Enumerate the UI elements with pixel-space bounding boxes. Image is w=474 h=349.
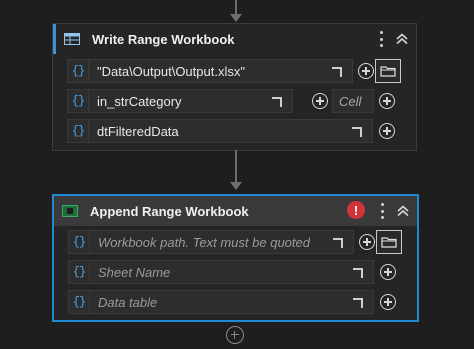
collapse-chevron-icon[interactable] <box>394 31 410 47</box>
expand-editor-icon[interactable] <box>332 67 342 77</box>
expand-editor-icon[interactable] <box>353 268 363 278</box>
expression-braces-icon[interactable]: {} <box>68 60 89 82</box>
folder-icon <box>381 237 397 248</box>
folder-icon <box>380 66 396 77</box>
add-variable-plus-icon[interactable] <box>380 264 396 280</box>
excel-range-icon <box>64 33 80 45</box>
expression-braces-icon[interactable]: {} <box>68 120 89 142</box>
add-activity-plus-icon[interactable] <box>226 326 244 344</box>
collapse-chevron-icon[interactable] <box>395 203 411 219</box>
expression-braces-icon[interactable]: {} <box>69 231 90 253</box>
add-variable-plus-icon[interactable] <box>379 93 395 109</box>
expand-editor-icon[interactable] <box>333 238 343 248</box>
connector-line-middle <box>235 150 237 182</box>
workbook-path-placeholder: Workbook path. Text must be quoted <box>98 234 310 250</box>
sheet-name-field[interactable]: {} Sheet Name <box>68 260 374 284</box>
expand-editor-icon[interactable] <box>353 298 363 308</box>
add-variable-plus-icon[interactable] <box>359 234 375 250</box>
workbook-path-field[interactable]: {} Workbook path. Text must be quoted <box>68 230 354 254</box>
add-variable-plus-icon[interactable] <box>358 63 374 79</box>
workbook-path-field[interactable]: {} "Data\Output\Output.xlsx" <box>67 59 353 83</box>
connector-arrow-middle <box>230 182 242 190</box>
activity-header[interactable]: Write Range Workbook <box>53 24 416 54</box>
excel-append-icon <box>62 205 78 217</box>
activity-title: Write Range Workbook <box>92 31 235 47</box>
workbook-path-value: "Data\Output\Output.xlsx" <box>97 63 245 79</box>
data-table-value: dtFilteredData <box>97 123 179 139</box>
browse-folder-button[interactable] <box>375 59 401 83</box>
expand-editor-icon[interactable] <box>352 127 362 137</box>
activity-append-range-workbook[interactable]: Append Range Workbook ! {} Workbook path… <box>52 194 419 322</box>
expand-editor-icon[interactable] <box>272 97 282 107</box>
activity-header[interactable]: Append Range Workbook ! <box>54 196 417 226</box>
cell-placeholder: Cell <box>339 93 362 109</box>
connector-arrow-top <box>230 14 242 22</box>
more-options-icon[interactable] <box>377 202 387 220</box>
connector-line-top <box>235 0 237 14</box>
error-icon[interactable]: ! <box>347 201 365 219</box>
add-variable-plus-icon[interactable] <box>312 93 328 109</box>
browse-folder-button[interactable] <box>376 230 402 254</box>
expression-braces-icon[interactable]: {} <box>69 261 90 283</box>
add-variable-plus-icon[interactable] <box>380 294 396 310</box>
expression-braces-icon[interactable]: {} <box>69 291 90 313</box>
data-table-field[interactable]: {} dtFilteredData <box>67 119 373 143</box>
cell-field[interactable]: Cell <box>332 89 374 113</box>
sheet-name-value: in_strCategory <box>97 93 182 109</box>
activity-title: Append Range Workbook <box>90 203 249 219</box>
data-table-field[interactable]: {} Data table <box>68 290 374 314</box>
add-variable-plus-icon[interactable] <box>379 123 395 139</box>
sheet-name-placeholder: Sheet Name <box>98 264 171 280</box>
sheet-name-field[interactable]: {} in_strCategory <box>67 89 293 113</box>
more-options-icon[interactable] <box>376 30 386 48</box>
expression-braces-icon[interactable]: {} <box>68 90 89 112</box>
data-table-placeholder: Data table <box>98 294 158 310</box>
activity-write-range-workbook[interactable]: Write Range Workbook {} "Data\Output\Out… <box>52 23 417 151</box>
